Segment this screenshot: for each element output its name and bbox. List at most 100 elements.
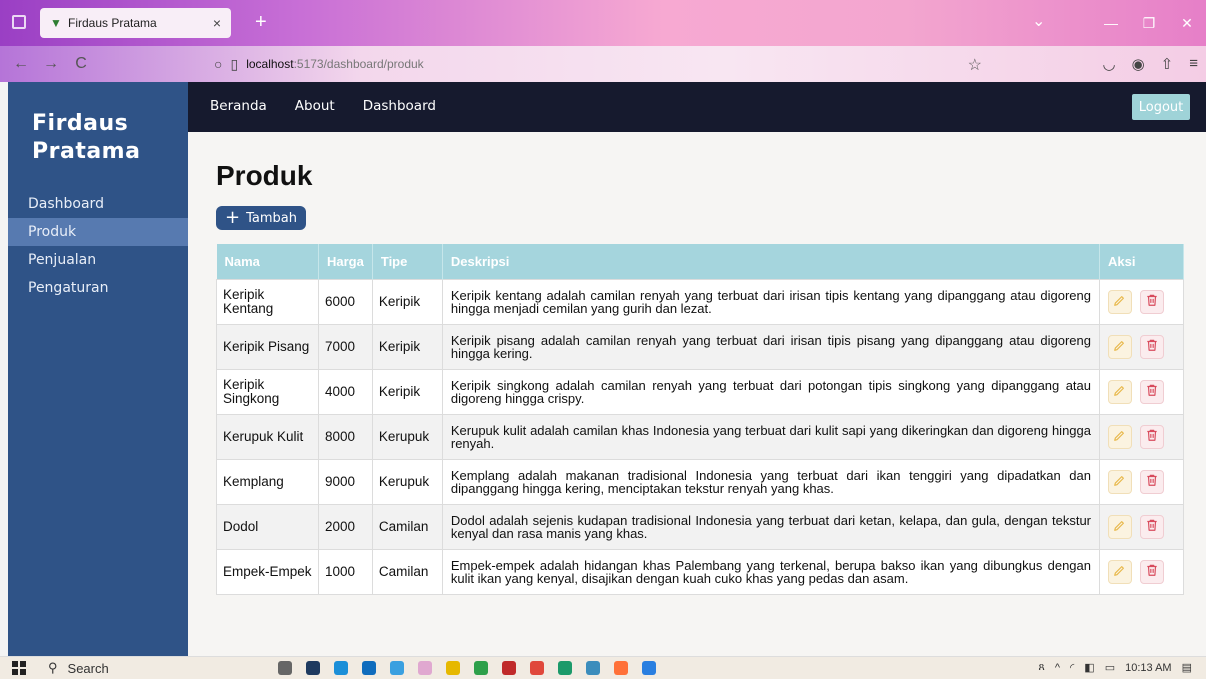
table-row: Keripik Singkong 4000 Keripik Keripik singk…: [216, 368, 1184, 415]
app-icon[interactable]: [306, 661, 320, 675]
add-product-button[interactable]: + Tambah: [216, 206, 306, 230]
cell-harga: 8000: [318, 413, 373, 460]
delete-button[interactable]: [1140, 424, 1164, 449]
app-icon[interactable]: [530, 661, 544, 675]
vscode-icon[interactable]: [642, 661, 656, 675]
cell-nama: Dodol: [216, 503, 319, 550]
people-icon[interactable]: ጸ: [1038, 661, 1044, 674]
task-view-icon[interactable]: [278, 661, 292, 675]
delete-button[interactable]: [1140, 334, 1164, 359]
window-menu-icon[interactable]: [12, 15, 26, 29]
cell-aksi: [1099, 503, 1184, 550]
chevron-up-icon[interactable]: ^: [1055, 662, 1060, 674]
table-row: Keripik Pisang 7000 Keripik Keripik pisang …: [216, 323, 1184, 370]
edit-button[interactable]: [1108, 514, 1132, 539]
logout-button[interactable]: Logout: [1132, 94, 1190, 120]
delete-button[interactable]: [1140, 379, 1164, 404]
edit-button[interactable]: [1108, 559, 1132, 584]
cell-harga: 4000: [318, 368, 373, 415]
app-icon[interactable]: [502, 661, 516, 675]
share-icon[interactable]: ⇧: [1161, 55, 1174, 73]
edit-button[interactable]: [1108, 424, 1132, 449]
reload-icon[interactable]: C: [70, 55, 92, 73]
edit-button[interactable]: [1108, 334, 1132, 359]
pocket-icon[interactable]: ◡: [1102, 55, 1115, 73]
brand-line-1: Firdaus: [32, 111, 129, 136]
close-window-icon[interactable]: ✕: [1168, 0, 1206, 46]
firefox-icon[interactable]: [614, 661, 628, 675]
nav-link-dashboard[interactable]: Dashboard: [363, 98, 436, 114]
brand: Firdaus Pratama: [8, 82, 188, 166]
folder-icon[interactable]: [446, 661, 460, 675]
edit-button[interactable]: [1108, 469, 1132, 494]
toolbar-right: ◡ ◉ ⇧ ≡: [1102, 55, 1198, 73]
trash-icon: [1145, 383, 1159, 400]
battery-icon[interactable]: ▭: [1105, 661, 1115, 674]
cell-aksi: [1099, 368, 1184, 415]
header-nama: Nama: [216, 244, 319, 279]
web-page: Firdaus Pratama Dashboard Produk Penjual…: [8, 82, 1206, 656]
minimize-icon[interactable]: —: [1092, 0, 1130, 46]
header-deskripsi: Deskripsi: [442, 244, 1101, 279]
url-bar[interactable]: ○ ▯ localhost :5173/dashboard/produk ☆: [200, 50, 990, 78]
clock[interactable]: 10:13 AM: [1125, 662, 1171, 674]
cell-nama: Keripik Singkong: [216, 368, 319, 415]
table-row: Empek-Empek 1000 Camilan Empek-empek adalah…: [216, 548, 1184, 595]
edge-icon[interactable]: [334, 661, 348, 675]
sidebar-item-dashboard[interactable]: Dashboard: [8, 190, 188, 218]
cell-harga: 7000: [318, 323, 373, 370]
sidebar-item-pengaturan[interactable]: Pengaturan: [8, 274, 188, 302]
back-icon[interactable]: ←: [10, 55, 32, 73]
app-icon[interactable]: [586, 661, 600, 675]
windows-start-icon[interactable]: [12, 661, 26, 675]
app-icon[interactable]: [418, 661, 432, 675]
sidebar: Firdaus Pratama Dashboard Produk Penjual…: [8, 82, 188, 656]
brand-line-2: Pratama: [32, 139, 141, 164]
pencil-icon: [1113, 293, 1127, 310]
table-row: Dodol 2000 Camilan Dodol adalah sejenis kud…: [216, 503, 1184, 550]
wifi-icon[interactable]: ◜: [1070, 661, 1074, 674]
cell-deskripsi: Dodol adalah sejenis kudapan tradisional…: [441, 503, 1101, 550]
trash-icon: [1145, 518, 1159, 535]
app-icon[interactable]: [390, 661, 404, 675]
edit-button[interactable]: [1108, 379, 1132, 404]
sidebar-item-produk[interactable]: Produk: [8, 218, 188, 246]
search-label: Search: [67, 660, 109, 676]
delete-button[interactable]: [1140, 514, 1164, 539]
delete-button[interactable]: [1140, 469, 1164, 494]
tab-close-icon[interactable]: ×: [213, 15, 221, 31]
cell-deskripsi: Kemplang adalah makanan tradisional Indo…: [441, 458, 1101, 505]
cell-harga: 2000: [318, 503, 373, 550]
taskbar-apps: [278, 661, 656, 675]
delete-button[interactable]: [1140, 559, 1164, 584]
list-tabs-icon[interactable]: ⌄: [1032, 11, 1045, 31]
account-icon[interactable]: ◉: [1132, 55, 1145, 73]
nav-link-about[interactable]: About: [295, 98, 335, 114]
browser-tab[interactable]: ▼ Firdaus Pratama ×: [40, 8, 231, 38]
cell-tipe: Kerupuk: [371, 413, 443, 460]
nav-link-beranda[interactable]: Beranda: [210, 98, 267, 114]
cell-tipe: Keripik: [371, 323, 443, 370]
app-icon[interactable]: [558, 661, 572, 675]
chrome-icon[interactable]: [474, 661, 488, 675]
sidebar-menu: Dashboard Produk Penjualan Pengaturan: [8, 190, 188, 302]
cell-tipe: Keripik: [371, 368, 443, 415]
notification-icon[interactable]: ▤: [1182, 661, 1192, 674]
new-tab-button[interactable]: +: [255, 11, 267, 34]
edit-button[interactable]: [1108, 289, 1132, 314]
bookmark-star-icon[interactable]: ☆: [968, 55, 982, 75]
cell-tipe: Kerupuk: [371, 458, 443, 505]
volume-icon[interactable]: ◧: [1084, 661, 1094, 674]
delete-button[interactable]: [1140, 289, 1164, 314]
pencil-icon: [1113, 383, 1127, 400]
main-content: Produk + Tambah Nama Harga Tipe Deskrips…: [216, 160, 1184, 595]
cell-harga: 1000: [318, 548, 373, 595]
pencil-icon: [1113, 518, 1127, 535]
sidebar-item-penjualan[interactable]: Penjualan: [8, 246, 188, 274]
menu-icon[interactable]: ≡: [1189, 55, 1198, 73]
forward-icon[interactable]: →: [40, 55, 62, 73]
taskbar-search[interactable]: ⚲ Search: [48, 660, 109, 676]
cell-aksi: [1099, 323, 1184, 370]
restore-icon[interactable]: ❐: [1130, 0, 1168, 46]
app-icon[interactable]: [362, 661, 376, 675]
